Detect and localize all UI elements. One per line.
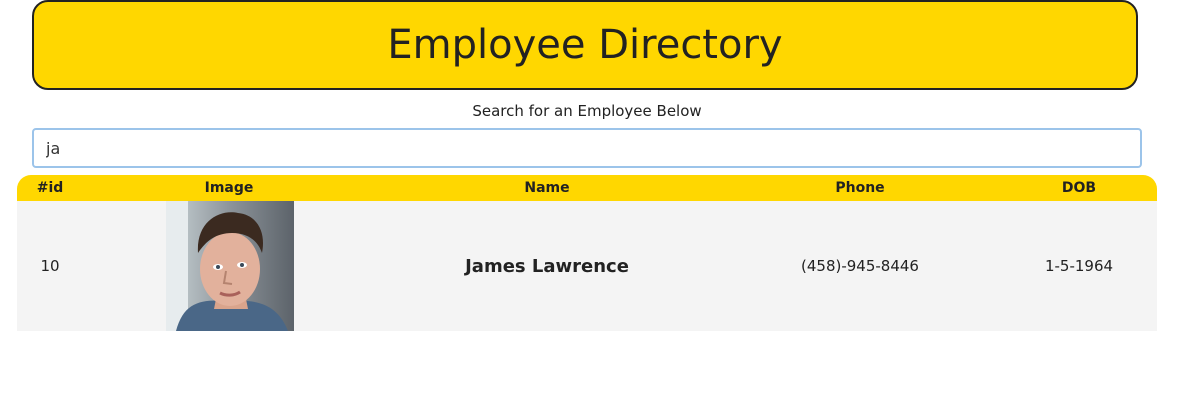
search-label: Search for an Employee Below — [472, 102, 702, 120]
search-input[interactable] — [32, 128, 1142, 168]
table-header: #id Image Name Phone DOB — [17, 175, 1157, 201]
column-header-phone[interactable]: Phone — [760, 175, 960, 201]
employee-table: #id Image Name Phone DOB 10 James Lawren… — [17, 175, 1157, 331]
cell-id: 10 — [40, 257, 60, 275]
cell-phone: (458)-945-8446 — [801, 257, 919, 275]
column-header-image[interactable]: Image — [129, 175, 329, 201]
column-header-name[interactable]: Name — [397, 175, 697, 201]
employee-name: James Lawrence — [465, 255, 629, 277]
table-row: 10 James Lawrence (458)-945-8446 1-5-196… — [17, 201, 1157, 331]
cell-name: James Lawrence — [397, 201, 697, 331]
employee-photo — [166, 201, 294, 331]
page-header: Employee Directory — [32, 0, 1138, 90]
page-title: Employee Directory — [387, 22, 783, 68]
column-header-dob[interactable]: DOB — [1017, 175, 1141, 201]
cell-dob: 1-5-1964 — [1044, 257, 1114, 275]
column-header-id[interactable]: #id — [17, 175, 83, 201]
